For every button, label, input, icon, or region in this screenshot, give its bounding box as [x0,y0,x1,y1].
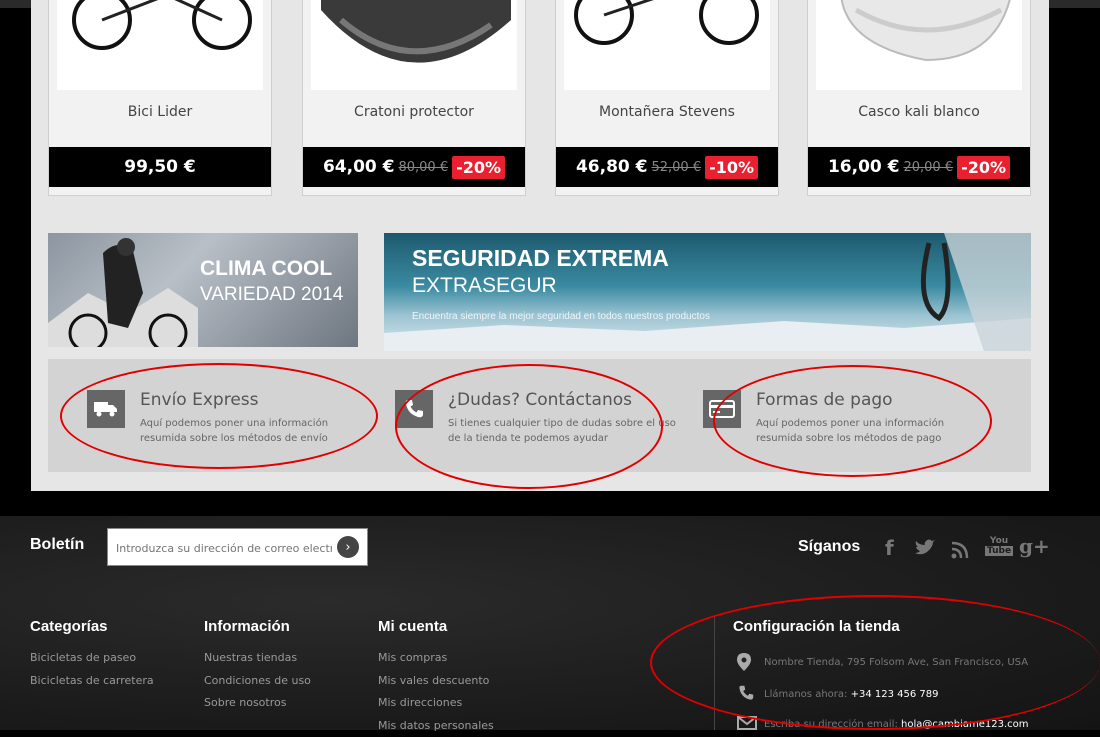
footer-link[interactable]: Sobre nosotros [204,692,311,715]
youtube-icon[interactable]: YouTube [985,536,1013,556]
footer-column-heading: Categorías [30,618,154,635]
info-shipping[interactable]: Envío Express Aquí podemos poner una inf… [87,390,377,450]
info-contact[interactable]: ¿Dudas? Contáctanos Si tienes cualquier … [395,390,685,450]
envelope-icon [737,715,757,734]
footer-column-heading: Mi cuenta [378,618,494,635]
product-card[interactable]: Casco kali blanco 16,00 € 20,00 € -20% [807,0,1031,196]
product-price: 16,00 € [828,157,900,177]
store-info-column: Configuración la tienda Nombre Tienda, 7… [714,616,1100,730]
info-description: Aquí podemos poner una información resum… [140,416,370,446]
google-plus-icon[interactable]: g+ [1019,534,1050,558]
promo-banner-clima-cool[interactable]: CLIMA COOL VARIEDAD 2014 [48,233,358,347]
newsletter-email-input[interactable] [114,537,334,559]
credit-card-icon [703,390,741,428]
footer-column-information: Información Nuestras tiendas Condiciones… [204,618,311,715]
social-label: Síganos [798,538,860,556]
product-old-price: 20,00 € [903,160,953,175]
newsletter-form: › [107,528,368,566]
product-price: 99,50 € [124,157,196,177]
price-bar: 99,50 € [49,147,271,187]
info-title: Formas de pago [756,390,893,410]
product-name[interactable]: Casco kali blanco [808,104,1030,120]
store-address-text: Nombre Tienda, 795 Folsom Ave, San Franc… [764,657,1028,668]
newsletter-submit-button[interactable]: › [337,536,359,558]
product-price: 46,80 € [576,157,648,177]
price-bar: 64,00 € 80,00 € -20% [303,147,525,187]
footer-link[interactable]: Bicicletas de carretera [30,670,154,693]
info-description: Si tienes cualquier tipo de dudas sobre … [448,416,678,446]
footer-link[interactable]: Nuestras tiendas [204,647,311,670]
price-bar: 46,80 € 52,00 € -10% [556,147,778,187]
cyclist-image [48,233,198,347]
footer-link[interactable]: Condiciones de uso [204,670,311,693]
product-image[interactable] [311,0,517,90]
facebook-icon[interactable]: f [885,536,894,560]
price-bar: 16,00 € 20,00 € -20% [808,147,1030,187]
footer-link[interactable]: Mis direcciones [378,692,494,715]
discount-badge: -20% [452,156,505,179]
store-email-label: Escriba su dirección email: [764,719,898,730]
product-old-price: 80,00 € [398,160,448,175]
product-card[interactable]: Bici Lider 99,50 € [48,0,272,196]
footer-column-categories: Categorías Bicicletas de paseo Bicicleta… [30,618,154,692]
footer-column-account: Mi cuenta Mis compras Mis vales descuent… [378,618,494,737]
discount-badge: -20% [957,156,1010,179]
footer-link[interactable]: Mis vales descuento [378,670,494,693]
product-image[interactable] [57,0,263,90]
banner-caption: Encuentra siempre la mejor seguridad en … [412,311,710,322]
newsletter-label: Boletín [30,536,84,554]
info-title: Envío Express [140,390,259,410]
store-phone-number[interactable]: +34 123 456 789 [851,689,939,700]
twitter-icon[interactable] [914,538,936,562]
map-pin-icon [737,653,751,675]
rss-icon[interactable] [951,540,969,564]
discount-badge: -10% [705,156,758,179]
banner-subtitle: EXTRASEGUR [412,274,557,298]
store-phone-label: Llámanos ahora: [764,689,847,700]
info-description: Aquí podemos poner una información resum… [756,416,986,446]
phone-icon [395,390,433,428]
product-card[interactable]: Montañera Stevens 46,80 € 52,00 € -10% [555,0,779,196]
product-name[interactable]: Montañera Stevens [556,104,778,120]
store-info-heading: Configuración la tienda [733,618,900,635]
footer-link[interactable]: Bicicletas de paseo [30,647,154,670]
site-footer: Boletín › Síganos f YouTube g+ Categoría… [0,516,1100,730]
product-image[interactable] [564,0,770,90]
product-old-price: 52,00 € [651,160,701,175]
product-image[interactable] [816,0,1022,90]
banner-title: SEGURIDAD EXTREMA [412,245,669,272]
footer-link[interactable]: Mis compras [378,647,494,670]
info-title: ¿Dudas? Contáctanos [448,390,632,410]
phone-icon [737,685,755,705]
store-email-address[interactable]: hola@cambiame123.com [901,719,1029,730]
footer-link[interactable]: Mis datos personales [378,715,494,737]
banner-subtitle: VARIEDAD 2014 [200,284,343,306]
truck-icon [87,390,125,428]
product-card[interactable]: Cratoni protector 64,00 € 80,00 € -20% [302,0,526,196]
product-price: 64,00 € [323,157,395,177]
info-payment[interactable]: Formas de pago Aquí podemos poner una in… [703,390,993,450]
footer-column-heading: Información [204,618,311,635]
banner-title: CLIMA COOL [200,257,332,281]
product-name[interactable]: Bici Lider [49,104,271,120]
info-strip: Envío Express Aquí podemos poner una inf… [48,359,1031,472]
product-name[interactable]: Cratoni protector [303,104,525,120]
promo-banner-seguridad[interactable]: SEGURIDAD EXTREMA EXTRASEGUR Encuentra s… [384,233,1031,351]
